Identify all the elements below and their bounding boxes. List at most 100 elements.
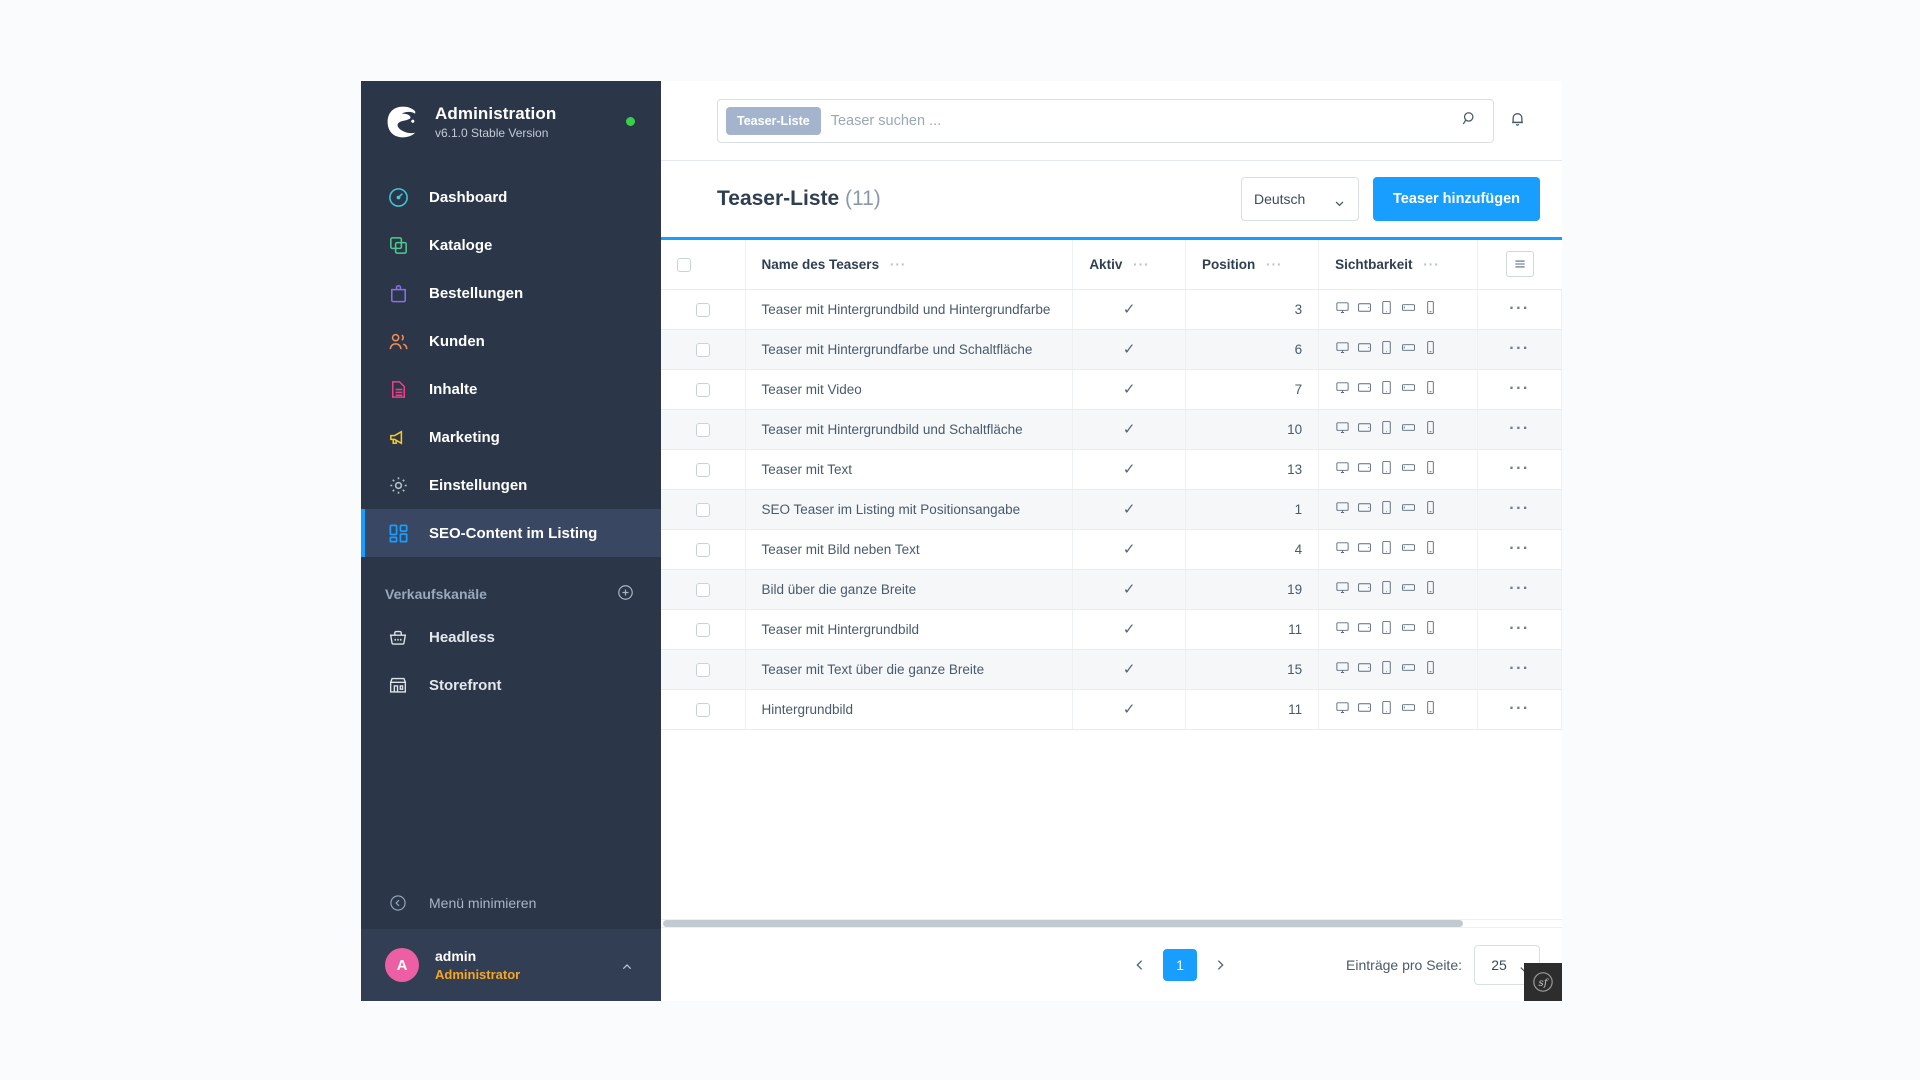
row-checkbox[interactable]	[696, 303, 710, 317]
per-page-label: Einträge pro Seite:	[1346, 957, 1462, 973]
language-select[interactable]: Deutsch	[1241, 177, 1359, 221]
row-checkbox[interactable]	[696, 703, 710, 717]
mobile-portrait-icon	[1423, 700, 1438, 718]
horizontal-scrollbar-thumb[interactable]	[663, 920, 1463, 927]
chevron-right-icon[interactable]	[1207, 951, 1233, 979]
page-number-1[interactable]: 1	[1163, 949, 1197, 981]
cell-position: 1	[1186, 489, 1319, 529]
column-options-dots-icon[interactable]: ···	[1423, 257, 1440, 272]
table-row[interactable]: Teaser mit Hintergrundbild und Schaltflä…	[661, 409, 1562, 449]
sidebar-item-bestellungen[interactable]: Bestellungen	[361, 269, 661, 317]
cell-aktiv: ✓	[1073, 489, 1186, 529]
sidebar-item-einstellungen[interactable]: Einstellungen	[361, 461, 661, 509]
cell-position: 11	[1186, 689, 1319, 729]
context-menu-dots-icon[interactable]: ···	[1509, 460, 1529, 477]
table-row[interactable]: Hintergrundbild✓11···	[661, 689, 1562, 729]
context-menu-dots-icon[interactable]: ···	[1509, 340, 1529, 357]
add-teaser-button[interactable]: Teaser hinzufügen	[1373, 177, 1540, 221]
catalogs-icon	[385, 232, 411, 258]
user-menu[interactable]: A admin Administrator	[361, 929, 661, 1001]
table-row[interactable]: Bild über die ganze Breite✓19···	[661, 569, 1562, 609]
table-row[interactable]: SEO Teaser im Listing mit Positionsangab…	[661, 489, 1562, 529]
notifications-button[interactable]	[1494, 108, 1540, 134]
cell-visibility	[1319, 489, 1478, 529]
table-row[interactable]: Teaser mit Bild neben Text✓4···	[661, 529, 1562, 569]
cell-position: 13	[1186, 449, 1319, 489]
row-checkbox[interactable]	[696, 543, 710, 557]
row-checkbox[interactable]	[696, 343, 710, 357]
mobile-portrait-icon	[1423, 460, 1438, 478]
context-menu-dots-icon[interactable]: ···	[1509, 540, 1529, 557]
sidebar-item-inhalte[interactable]: Inhalte	[361, 365, 661, 413]
visibility-icons	[1335, 580, 1461, 598]
sidebar-item-seo-content-im-listing[interactable]: SEO-Content im Listing	[361, 509, 661, 557]
cell-visibility	[1319, 529, 1478, 569]
row-checkbox[interactable]	[696, 503, 710, 517]
horizontal-scrollbar[interactable]	[661, 919, 1562, 927]
context-menu-dots-icon[interactable]: ···	[1509, 380, 1529, 397]
sidebar-item-marketing[interactable]: Marketing	[361, 413, 661, 461]
column-options-dots-icon[interactable]: ···	[890, 257, 907, 272]
list-settings-icon[interactable]	[1506, 251, 1534, 277]
sidebar-item-headless[interactable]: Headless	[361, 613, 661, 661]
search-icon[interactable]	[1460, 109, 1479, 133]
chevron-up-icon[interactable]	[619, 959, 635, 980]
sidebar-item-kunden[interactable]: Kunden	[361, 317, 661, 365]
row-checkbox[interactable]	[696, 623, 710, 637]
mobile-landscape-icon	[1401, 300, 1416, 318]
mobile-portrait-icon	[1423, 540, 1438, 558]
row-checkbox[interactable]	[696, 383, 710, 397]
cell-visibility	[1319, 569, 1478, 609]
tablet-landscape-icon	[1357, 660, 1372, 678]
sidebar-item-kataloge[interactable]: Kataloge	[361, 221, 661, 269]
tablet-landscape-icon	[1357, 700, 1372, 718]
table-row[interactable]: Teaser mit Hintergrundbild und Hintergru…	[661, 289, 1562, 329]
table-row[interactable]: Teaser mit Video✓7···	[661, 369, 1562, 409]
symfony-profiler-icon[interactable]: sf	[1524, 963, 1562, 1001]
menu-minimize-button[interactable]: Menü minimieren	[361, 877, 661, 929]
table-row[interactable]: Teaser mit Hintergrundfarbe und Schaltfl…	[661, 329, 1562, 369]
table-row[interactable]: Teaser mit Text über die ganze Breite✓15…	[661, 649, 1562, 689]
row-checkbox[interactable]	[696, 423, 710, 437]
row-checkbox[interactable]	[696, 583, 710, 597]
table-row[interactable]: Teaser mit Hintergrundbild✓11···	[661, 609, 1562, 649]
column-options-dots-icon[interactable]: ···	[1133, 257, 1150, 272]
table-header-row: Name des Teasers ··· Aktiv ··· Position …	[661, 240, 1562, 289]
cell-context-menu: ···	[1477, 449, 1561, 489]
context-menu-dots-icon[interactable]: ···	[1509, 620, 1529, 637]
marketing-icon	[385, 424, 411, 450]
cell-name: Teaser mit Video	[745, 369, 1073, 409]
context-menu-dots-icon[interactable]: ···	[1509, 700, 1529, 717]
sidebar-item-dashboard[interactable]: Dashboard	[361, 173, 661, 221]
context-menu-dots-icon[interactable]: ···	[1509, 580, 1529, 597]
row-checkbox[interactable]	[696, 663, 710, 677]
column-header-position[interactable]: Position ···	[1186, 240, 1319, 289]
mobile-portrait-icon	[1423, 620, 1438, 638]
visibility-icons	[1335, 300, 1461, 318]
search-box[interactable]: Teaser-Liste	[717, 99, 1494, 143]
context-menu-dots-icon[interactable]: ···	[1509, 420, 1529, 437]
cell-context-menu: ···	[1477, 369, 1561, 409]
sidebar-item-label: Headless	[429, 629, 495, 646]
column-options-dots-icon[interactable]: ···	[1266, 257, 1283, 272]
search-input[interactable]	[831, 113, 1460, 129]
desktop-icon	[1335, 540, 1350, 558]
mobile-portrait-icon	[1423, 500, 1438, 518]
table-body: Teaser mit Hintergrundbild und Hintergru…	[661, 289, 1562, 729]
context-menu-dots-icon[interactable]: ···	[1509, 300, 1529, 317]
column-header-sichtbarkeit[interactable]: Sichtbarkeit ···	[1319, 240, 1478, 289]
mobile-portrait-icon	[1423, 300, 1438, 318]
cell-aktiv: ✓	[1073, 369, 1186, 409]
column-header-name[interactable]: Name des Teasers ···	[745, 240, 1073, 289]
sidebar-item-storefront[interactable]: Storefront	[361, 661, 661, 709]
select-all-checkbox[interactable]	[677, 258, 691, 272]
row-checkbox[interactable]	[696, 463, 710, 477]
search-scope-chip[interactable]: Teaser-Liste	[726, 107, 821, 135]
context-menu-dots-icon[interactable]: ···	[1509, 500, 1529, 517]
context-menu-dots-icon[interactable]: ···	[1509, 660, 1529, 677]
plus-circle-icon[interactable]	[616, 583, 635, 605]
column-header-aktiv[interactable]: Aktiv ···	[1073, 240, 1186, 289]
table-row[interactable]: Teaser mit Text✓13···	[661, 449, 1562, 489]
chevron-left-icon[interactable]	[1127, 951, 1153, 979]
gear-icon	[385, 472, 411, 498]
